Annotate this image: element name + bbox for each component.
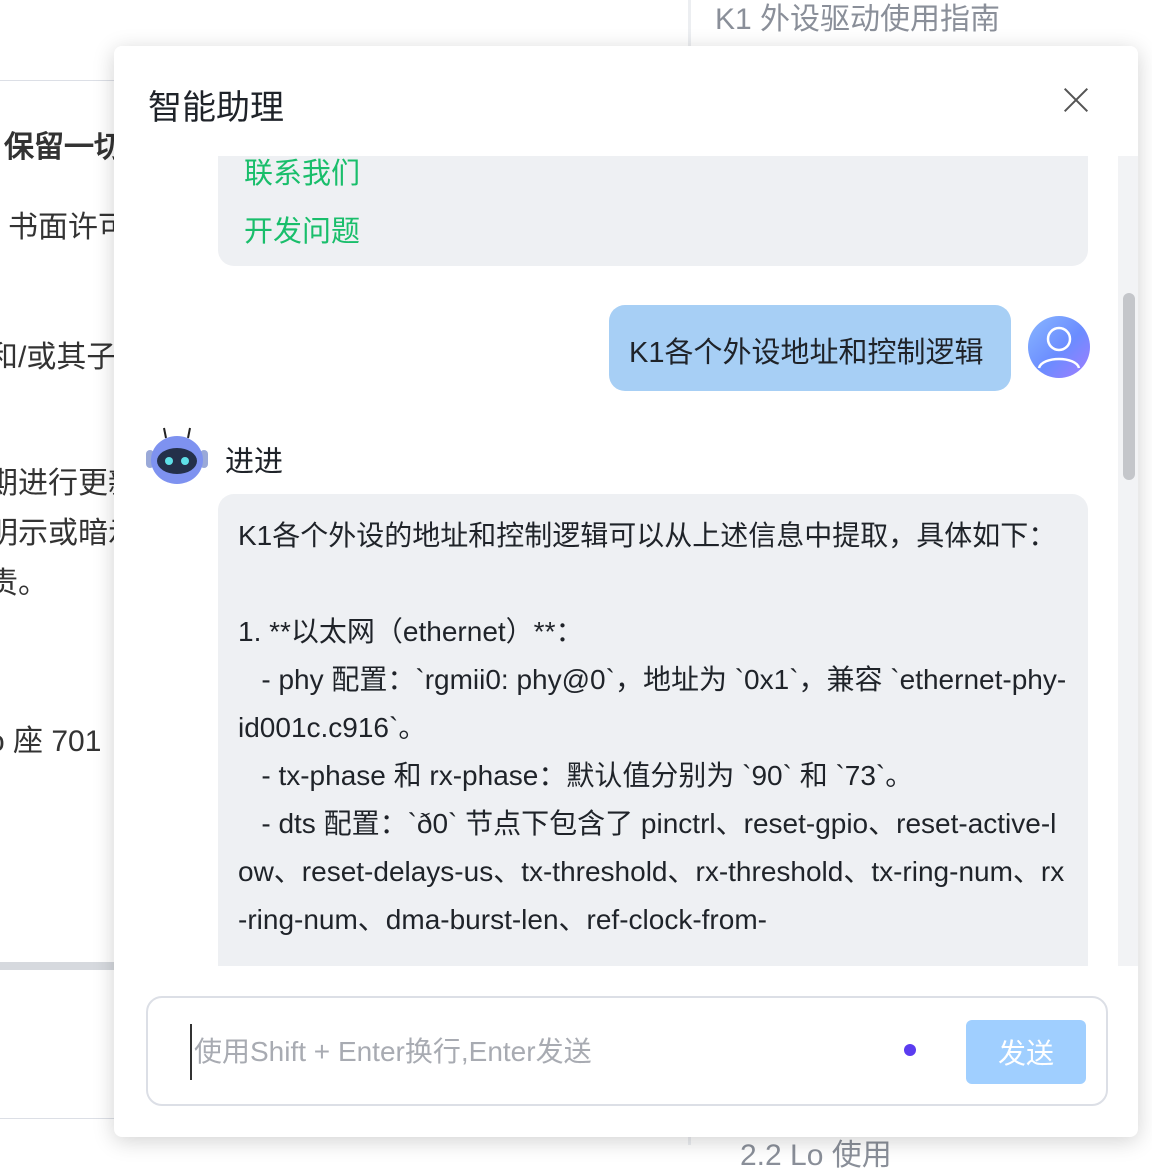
close-icon[interactable] [1058, 82, 1094, 118]
chat-history[interactable]: 联系我们 开发问题 K1各个外设地址和控制逻辑 进进 K1各个外设的地址和控制逻… [114, 156, 1138, 966]
assistant-message-text: K1各个外设的地址和控制逻辑可以从上述信息中提取，具体如下： 1. **以太网（… [238, 520, 1067, 935]
doc-text-line: 书面许可 [8, 211, 128, 244]
message-input-box: 发送 [146, 996, 1108, 1106]
voice-input-icon[interactable] [904, 1044, 916, 1056]
chat-scrollbar[interactable] [1118, 156, 1138, 966]
toc-title[interactable]: K1 外设驱动使用指南 [715, 0, 1000, 38]
scrollbar-thumb[interactable] [1123, 293, 1135, 480]
dialog-header: 智能助理 [114, 46, 1138, 156]
send-button[interactable]: 发送 [966, 1020, 1086, 1084]
assistant-name: 进进 [225, 446, 284, 478]
user-message-text: K1各个外设地址和控制逻辑 [629, 337, 984, 369]
user-message-bubble: K1各个外设地址和控制逻辑 [609, 305, 1011, 391]
robot-avatar-icon [144, 426, 210, 488]
assistant-dialog: 智能助理 联系我们 开发问题 K1各个外设地址和控制逻辑 进进 K1各个外设的地… [114, 46, 1138, 1137]
contact-us-link[interactable]: 联系我们 [244, 156, 360, 192]
dialog-title: 智能助理 [148, 89, 284, 127]
user-avatar-icon [1028, 316, 1090, 378]
doc-text-line: o 座 701 [0, 725, 102, 758]
doc-text-line: 和/或其子 [0, 341, 117, 374]
message-input[interactable] [190, 1024, 886, 1080]
assistant-message-bubble: K1各个外设的地址和控制逻辑可以从上述信息中提取，具体如下： 1. **以太网（… [218, 494, 1088, 966]
doc-text-line: 保留一切 [4, 131, 124, 164]
doc-text-line: 责。 [0, 567, 48, 600]
assistant-message-bubble: 联系我们 开发问题 [218, 156, 1088, 266]
dev-issues-link[interactable]: 开发问题 [244, 208, 360, 250]
